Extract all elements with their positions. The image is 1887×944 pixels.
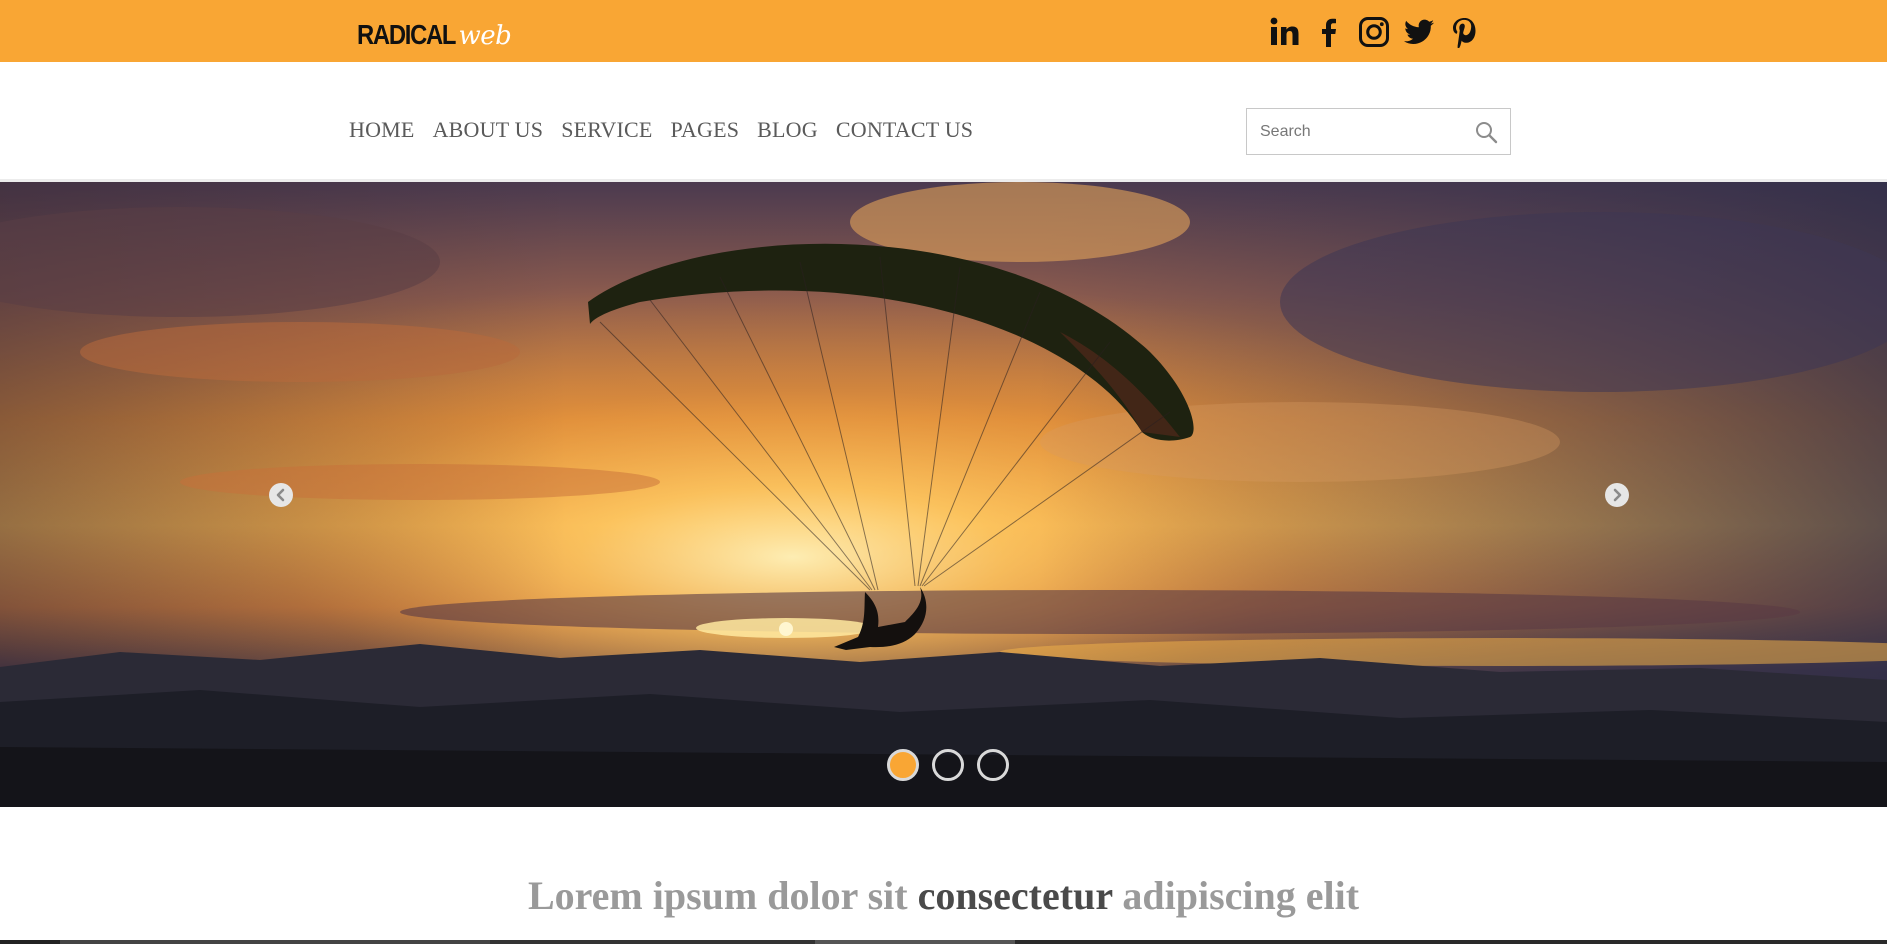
nav-item-about-us[interactable]: ABOUT US [433, 117, 544, 143]
slider-prev-button[interactable] [269, 483, 293, 507]
hero-slider [0, 182, 1887, 807]
slider-dots [887, 749, 1009, 781]
nav-item-service[interactable]: SERVICE [561, 117, 652, 143]
facebook-icon[interactable] [1313, 16, 1345, 48]
top-bar: RADICAL web [0, 0, 1887, 62]
pinterest-icon[interactable] [1448, 16, 1480, 48]
nav-item-home[interactable]: HOME [349, 117, 415, 143]
headline-emphasis: consectetur [917, 873, 1113, 918]
search-icon[interactable] [1474, 120, 1498, 144]
social-links [1268, 16, 1480, 48]
bottom-strip [0, 940, 1887, 944]
slider-dot-1[interactable] [887, 749, 919, 781]
slider-dot-3[interactable] [977, 749, 1009, 781]
headline-part-1: Lorem ipsum dolor sit [527, 873, 908, 918]
slider-next-button[interactable] [1605, 483, 1629, 507]
logo[interactable]: RADICAL web [357, 17, 512, 51]
instagram-icon[interactable] [1358, 16, 1390, 48]
linkedin-icon[interactable] [1268, 16, 1300, 48]
nav-item-contact-us[interactable]: CONTACT US [836, 117, 973, 143]
search-box [1246, 108, 1511, 155]
nav-bar: HOME ABOUT US SERVICE PAGES BLOG CONTACT… [0, 62, 1887, 182]
nav-item-pages[interactable]: PAGES [671, 117, 740, 143]
logo-main-text: RADICAL [357, 19, 456, 50]
chevron-right-icon [1613, 488, 1622, 502]
main-nav: HOME ABOUT US SERVICE PAGES BLOG CONTACT… [349, 117, 973, 143]
nav-item-blog[interactable]: BLOG [757, 117, 818, 143]
slider-dot-2[interactable] [932, 749, 964, 781]
search-input[interactable] [1247, 109, 1467, 154]
section-headline: Lorem ipsum dolor sit consectetur adipis… [0, 872, 1887, 919]
logo-sub-text: web [458, 21, 512, 51]
chevron-left-icon [276, 488, 285, 502]
headline-part-3: adipiscing elit [1122, 873, 1360, 918]
twitter-icon[interactable] [1403, 16, 1435, 48]
